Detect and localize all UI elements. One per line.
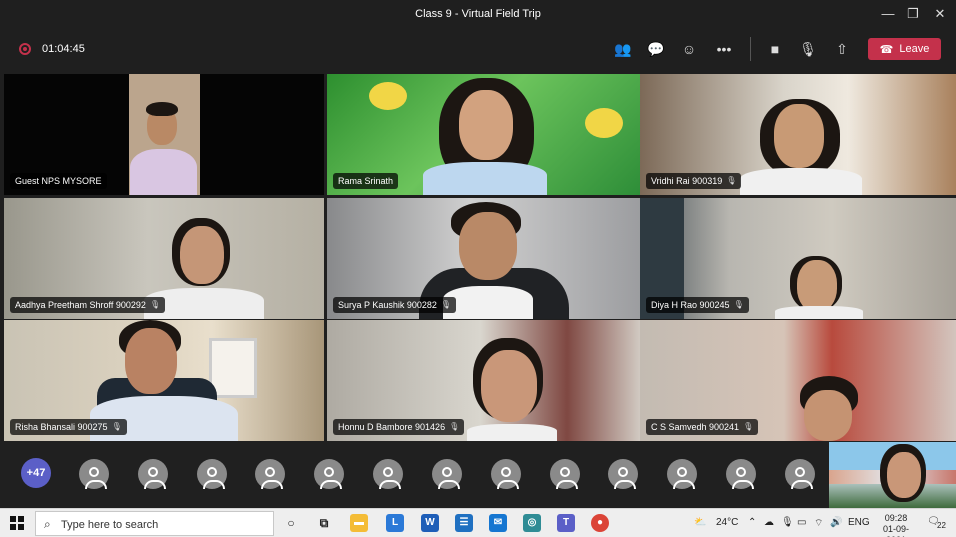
microphone-muted-icon: 🎙: [733, 300, 744, 309]
chevron-up-icon[interactable]: ⌃: [748, 517, 756, 528]
calendar-app-icon[interactable]: ☰: [455, 514, 473, 532]
clock-time: 09:28: [884, 513, 908, 523]
participant-name: Rama Srinath: [333, 173, 399, 189]
title-bar: Class 9 - Virtual Field Trip — ❐ ✕: [0, 0, 956, 28]
cloud-icon[interactable]: ☁: [764, 517, 774, 528]
participant-name: Diya H Rao 900245 🎙: [646, 297, 749, 313]
participant-avatar-icon[interactable]: [138, 459, 168, 489]
microphone-muted-icon: 🎙: [449, 422, 460, 431]
minimize-button[interactable]: —: [878, 5, 898, 23]
leave-label: Leave: [899, 43, 930, 55]
participant-tile[interactable]: Risha Bhansali 900275 🎙: [4, 320, 324, 441]
microphone-muted-icon: 🎙: [149, 300, 161, 309]
reactions-icon[interactable]: ☺: [679, 39, 699, 59]
participant-name: Vridhi Rai 900319 🎙: [646, 173, 742, 189]
participant-name: Surya P Kaushik 900282 🎙: [333, 297, 457, 313]
participant-avatar-icon[interactable]: [255, 459, 285, 489]
system-clock[interactable]: 09:28 01-09-2021: [874, 513, 918, 537]
participant-avatar-icon[interactable]: [197, 459, 227, 489]
participant-name: Honnu D Bambore 901426 🎙: [333, 419, 465, 435]
leave-button[interactable]: ☎ Leave: [868, 38, 941, 60]
language-label[interactable]: ENG: [848, 517, 870, 528]
wifi-icon[interactable]: ⌔: [814, 517, 823, 530]
participant-avatar-icon[interactable]: [373, 459, 403, 489]
participant-avatar-icon[interactable]: [79, 459, 109, 489]
meeting-controls: 01:04:45 👥 💬 ☺ ••• ■ 🎙 ⇧ ☎ Leave: [0, 28, 956, 72]
camera-app-icon[interactable]: ◎: [523, 514, 541, 532]
participant-avatar-icon[interactable]: [550, 459, 580, 489]
meeting-timer: 01:04:45: [42, 43, 85, 55]
microphone-muted-icon: 🎙: [111, 422, 122, 431]
participant-name: Risha Bhansali 900275 🎙: [10, 419, 127, 435]
participant-tile[interactable]: Honnu D Bambore 901426 🎙: [327, 320, 647, 441]
video-grid: Guest NPS MYSORE Rama Srinath Vridhi Rai…: [4, 74, 956, 441]
app-l-icon[interactable]: L: [386, 514, 404, 532]
participant-avatar-icon[interactable]: [667, 459, 697, 489]
chat-icon[interactable]: 💬: [646, 39, 666, 59]
participants-icon[interactable]: 👥: [613, 39, 633, 59]
teams-icon[interactable]: T: [557, 514, 575, 532]
task-view-icon[interactable]: ⧉: [315, 514, 333, 532]
participant-tile[interactable]: Rama Srinath: [327, 74, 647, 195]
word-app-icon[interactable]: W: [421, 514, 439, 532]
maximize-button[interactable]: ❐: [903, 5, 923, 23]
participant-name: Aadhya Preetham Shroff 900292 🎙: [10, 297, 166, 313]
camera-icon[interactable]: ■: [765, 39, 785, 59]
participant-avatar-icon[interactable]: [785, 459, 815, 489]
clock-date: 01-09-2021: [882, 524, 909, 537]
participant-strip: +47: [0, 441, 956, 507]
phone-icon: ☎: [879, 43, 894, 56]
chrome-icon[interactable]: ●: [591, 514, 609, 532]
microphone-muted-icon: 🎙: [726, 176, 737, 185]
recording-icon: [19, 43, 31, 55]
participant-avatar-icon[interactable]: [491, 459, 521, 489]
search-placeholder: Type here to search: [61, 519, 159, 531]
cortana-icon[interactable]: ○: [282, 514, 300, 532]
participant-avatar-icon[interactable]: [726, 459, 756, 489]
microphone-muted-icon: 🎙: [440, 300, 452, 309]
participant-avatar-icon[interactable]: [432, 459, 462, 489]
weather-icon[interactable]: ⛅: [694, 517, 706, 528]
file-explorer-icon[interactable]: ▬: [350, 514, 368, 532]
toolbar-divider: [750, 37, 751, 61]
participant-tile[interactable]: Guest NPS MYSORE: [4, 74, 324, 195]
share-screen-icon[interactable]: ⇧: [832, 39, 852, 59]
microphone-icon[interactable]: 🎙: [798, 39, 818, 59]
teams-meeting-window: Class 9 - Virtual Field Trip — ❐ ✕ 01:04…: [0, 0, 956, 537]
participant-tile[interactable]: Aadhya Preetham Shroff 900292 🎙: [4, 198, 324, 319]
participant-name: C S Samvedh 900241 🎙: [646, 419, 759, 435]
battery-icon[interactable]: ▭: [797, 517, 806, 528]
notification-count: 22: [936, 521, 947, 530]
microphone-muted-icon: 🎙: [743, 422, 754, 431]
participant-name: Guest NPS MYSORE: [10, 173, 107, 189]
participant-tile[interactable]: Vridhi Rai 900319 🎙: [640, 74, 956, 195]
more-participants-badge[interactable]: +47: [21, 458, 51, 488]
participant-tile[interactable]: C S Samvedh 900241 🎙: [640, 320, 956, 441]
taskbar-search-field[interactable]: ⌕ Type here to search: [35, 511, 274, 536]
volume-icon[interactable]: 🔊: [830, 517, 842, 528]
temperature-label: 24°C: [716, 517, 739, 528]
window-title: Class 9 - Virtual Field Trip: [415, 8, 541, 20]
mail-icon[interactable]: ✉: [489, 514, 507, 532]
self-view-video[interactable]: [829, 442, 956, 508]
participant-tile[interactable]: Diya H Rao 900245 🎙: [640, 198, 956, 319]
more-options-icon[interactable]: •••: [714, 39, 734, 59]
participant-tile[interactable]: Surya P Kaushik 900282 🎙: [327, 198, 647, 319]
windows-start-icon[interactable]: [10, 516, 24, 530]
participant-avatar-icon[interactable]: [608, 459, 638, 489]
participant-avatar-icon[interactable]: [314, 459, 344, 489]
search-icon: ⌕: [44, 517, 51, 531]
windows-taskbar: ⌕ Type here to search ○ ⧉ ▬ L W ☰ ✉ ◎ T …: [0, 508, 956, 537]
mic-tray-icon[interactable]: 🎙: [781, 517, 794, 528]
close-button[interactable]: ✕: [930, 5, 950, 23]
